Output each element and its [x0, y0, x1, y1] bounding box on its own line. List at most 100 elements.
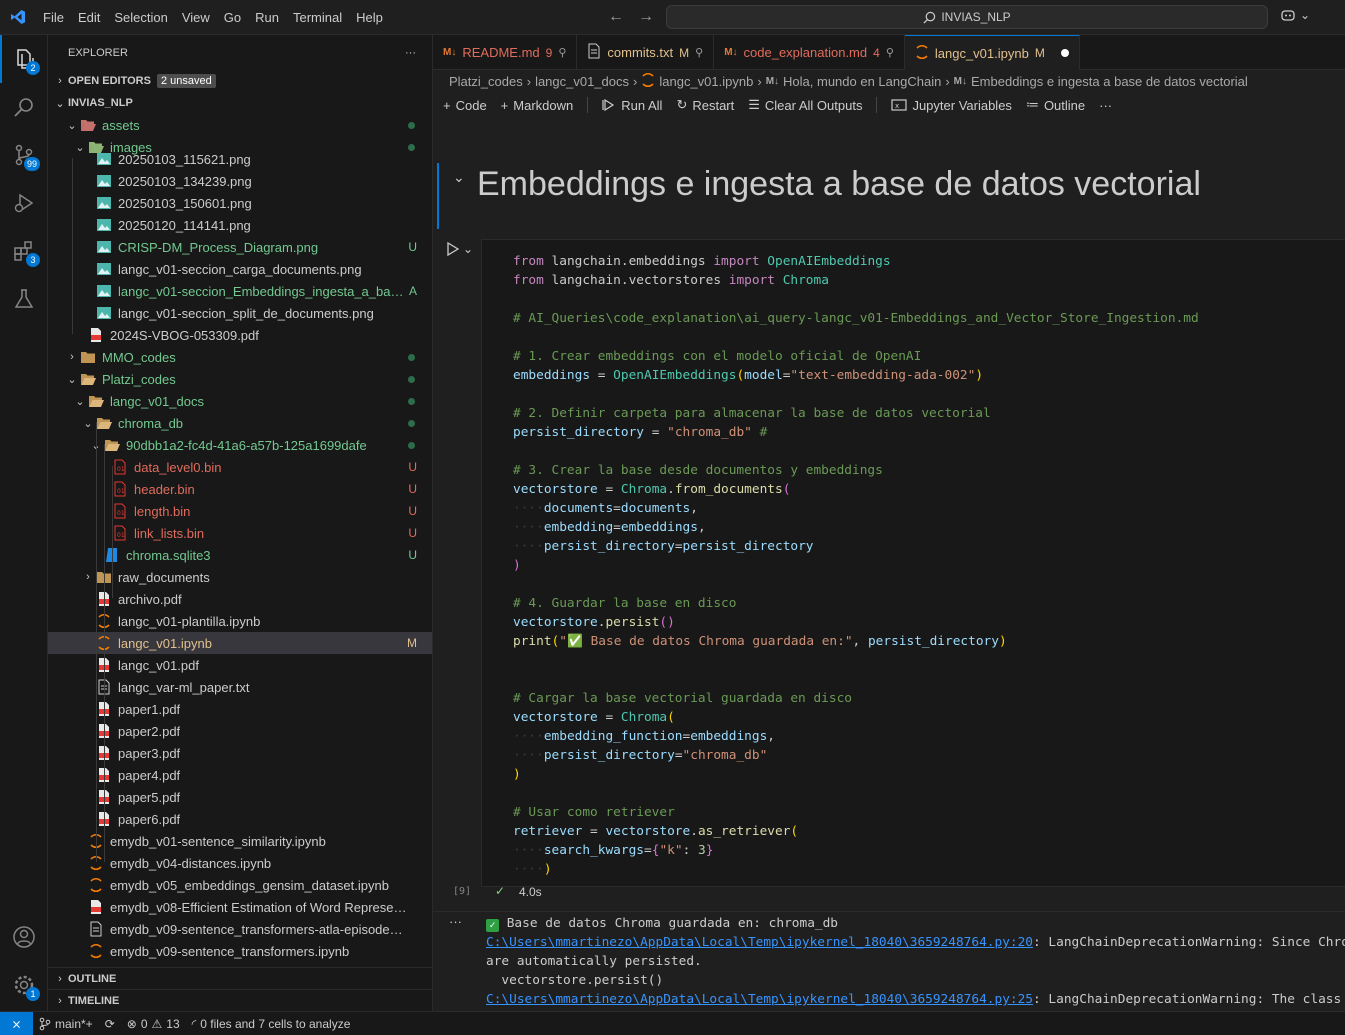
- tree-file[interactable]: langc_v01-seccion_split_de_documents.png: [48, 302, 432, 324]
- remote-indicator-icon[interactable]: ⨯: [0, 1011, 33, 1035]
- account-icon[interactable]: [0, 913, 48, 961]
- analysis-status[interactable]: ◜ 0 files and 7 cells to analyze: [186, 1017, 357, 1031]
- clear-outputs-button[interactable]: ☰ Clear All Outputs: [748, 97, 862, 113]
- tree-file[interactable]: 20250103_150601.png: [48, 192, 432, 214]
- tab-readme-md[interactable]: M↓ README.md 9 ⚲: [433, 35, 578, 70]
- sync-icon[interactable]: ⟳: [99, 1017, 121, 1031]
- markdown-cell[interactable]: ⌄ Embeddings e ingesta a base de datos v…: [433, 155, 1345, 243]
- traceback-link-1[interactable]: C:\Users\mmartinezo\AppData\Local\Temp\i…: [486, 935, 1033, 950]
- run-debug-icon[interactable]: [0, 179, 48, 227]
- tree-file[interactable]: 01 header.bin U: [48, 478, 432, 500]
- menu-go[interactable]: Go: [217, 0, 248, 35]
- tree-file[interactable]: langc_var-ml_paper.txt: [48, 676, 432, 698]
- tree-file[interactable]: 01 data_level0.bin U: [48, 456, 432, 478]
- tree-item-label: assets: [102, 117, 140, 133]
- tree-file[interactable]: 01 length.bin U: [48, 500, 432, 522]
- tree-file[interactable]: 2024S-VBOG-053309.pdf: [48, 324, 432, 346]
- outline-section[interactable]: › OUTLINE: [48, 967, 432, 989]
- breadcrumb-item[interactable]: Platzi_codes: [449, 74, 523, 89]
- tree-file[interactable]: emydb_v05_embeddings_gensim_dataset.ipyn…: [48, 874, 432, 896]
- jupyter-variables-button[interactable]: x Jupyter Variables: [891, 98, 1012, 113]
- tree-file[interactable]: emydb_v01-sentence_similarity.ipynb: [48, 830, 432, 852]
- tree-file[interactable]: langc_v01-seccion_carga_documents.png: [48, 258, 432, 280]
- outline-button[interactable]: ≔ Outline: [1026, 97, 1085, 113]
- tree-file[interactable]: paper6.pdf: [48, 808, 432, 830]
- breadcrumb-item[interactable]: Embeddings e ingesta a base de datos vec…: [971, 74, 1248, 89]
- tree-file[interactable]: emydb_v09-sentence_transformers.ipynb: [48, 940, 432, 962]
- branch-indicator[interactable]: main*+: [33, 1017, 99, 1031]
- run-all-button[interactable]: Run All: [602, 98, 662, 113]
- search-icon[interactable]: [0, 83, 48, 131]
- add-markdown-cell-button[interactable]: + Markdown: [501, 98, 574, 113]
- extensions-icon[interactable]: 3: [0, 227, 48, 275]
- tree-file[interactable]: paper2.pdf: [48, 720, 432, 742]
- tree-folder[interactable]: ⌄ chroma_db: [48, 412, 432, 434]
- command-center-search[interactable]: INVIAS_NLP: [666, 5, 1268, 29]
- code-cell[interactable]: from langchain.embeddings import OpenAIE…: [481, 239, 1345, 887]
- pin-icon[interactable]: ⚲: [695, 46, 703, 59]
- tab-langc-v01-ipynb[interactable]: langc_v01.ipynb M: [904, 35, 1080, 70]
- pin-icon[interactable]: ⚲: [886, 46, 894, 59]
- tree-file[interactable]: paper1.pdf: [48, 698, 432, 720]
- workspace-root-section[interactable]: ⌄ INVIAS_NLP: [48, 92, 432, 114]
- tab-commits-txt[interactable]: commits.txt M ⚲: [577, 35, 715, 70]
- run-cell-icon[interactable]: [447, 242, 459, 256]
- restart-button[interactable]: ↻ Restart: [676, 97, 734, 113]
- tree-item-label: paper6.pdf: [118, 811, 181, 827]
- source-control-icon[interactable]: 99: [0, 131, 48, 179]
- tree-file[interactable]: emydb_v09-sentence_transformers-atla-epi…: [48, 918, 432, 940]
- tree-folder[interactable]: › MMO_codes: [48, 346, 432, 368]
- tree-file[interactable]: emydb_v04-distances.ipynb: [48, 852, 432, 874]
- tree-file[interactable]: CRISP-DM_Process_Diagram.png U: [48, 236, 432, 258]
- explorer-icon[interactable]: 2: [0, 35, 48, 83]
- unsaved-dot-icon[interactable]: [1060, 49, 1069, 57]
- menu-view[interactable]: View: [175, 0, 217, 35]
- back-arrow-icon[interactable]: ←: [608, 8, 624, 26]
- chevron-down-icon[interactable]: ⌄: [463, 242, 473, 256]
- more-actions-button[interactable]: ···: [405, 47, 416, 59]
- menu-run[interactable]: Run: [248, 0, 286, 35]
- tree-folder[interactable]: ⌄ Platzi_codes: [48, 368, 432, 390]
- menu-terminal[interactable]: Terminal: [286, 0, 349, 35]
- tree-file[interactable]: 01 link_lists.bin U: [48, 522, 432, 544]
- menu-selection[interactable]: Selection: [107, 0, 174, 35]
- tree-folder[interactable]: › raw_documents: [48, 566, 432, 588]
- breadcrumb-item[interactable]: langc_v01_docs: [535, 74, 629, 89]
- tree-file[interactable]: langc_v01.pdf: [48, 654, 432, 676]
- tree-file[interactable]: paper5.pdf: [48, 786, 432, 808]
- menu-edit[interactable]: Edit: [71, 0, 107, 35]
- tree-file[interactable]: 20250103_115621.png: [48, 148, 432, 170]
- traceback-link-2[interactable]: C:\Users\mmartinezo\AppData\Local\Temp\i…: [486, 992, 1033, 1007]
- testing-flask-icon[interactable]: [0, 275, 48, 323]
- tree-folder[interactable]: ⌄90dbb1a2-fc4d-41a6-a57b-125a1699dafe: [48, 434, 432, 456]
- tree-file[interactable]: langc_v01.ipynb M: [48, 632, 432, 654]
- breadcrumb-item[interactable]: langc_v01.ipynb: [659, 74, 753, 89]
- tree-file[interactable]: paper3.pdf: [48, 742, 432, 764]
- copilot-icon[interactable]: ⌄: [1280, 8, 1310, 22]
- tree-file[interactable]: 20250103_134239.png: [48, 170, 432, 192]
- timeline-section[interactable]: › TIMELINE: [48, 989, 432, 1011]
- toolbar-more-button[interactable]: ···: [1099, 98, 1112, 113]
- chevron-down-icon[interactable]: ⌄: [453, 169, 465, 186]
- add-code-cell-button[interactable]: + Code: [443, 98, 487, 113]
- forward-arrow-icon[interactable]: →: [638, 8, 654, 26]
- tree-folder[interactable]: ⌄ assets: [48, 114, 432, 136]
- tree-file[interactable]: langc_v01-seccion_Embeddings_ingesta_a_b…: [48, 280, 432, 302]
- settings-gear-icon[interactable]: 1: [0, 961, 48, 1009]
- breadcrumb-item[interactable]: Hola, mundo en LangChain: [783, 74, 941, 89]
- tree-file[interactable]: chroma.sqlite3 U: [48, 544, 432, 566]
- tree-file[interactable]: emydb_v08-Efficient Estimation of Word R…: [48, 896, 432, 918]
- pin-icon[interactable]: ⚲: [558, 46, 566, 59]
- problems-indicator[interactable]: ⊗ 0 ⚠ 13: [121, 1017, 186, 1031]
- tree-file[interactable]: langc_v01-plantilla.ipynb: [48, 610, 432, 632]
- menu-help[interactable]: Help: [349, 0, 390, 35]
- tree-file[interactable]: 20250120_114141.png: [48, 214, 432, 236]
- tab-code-explanation-md[interactable]: M↓ code_explanation.md 4 ⚲: [714, 35, 905, 70]
- tree-file[interactable]: archivo.pdf: [48, 588, 432, 610]
- menu-file[interactable]: File: [36, 0, 71, 35]
- open-editors-section[interactable]: › OPEN EDITORS 2 unsaved: [48, 70, 432, 92]
- output-more-button[interactable]: ···: [449, 914, 462, 929]
- tree-file[interactable]: paper4.pdf: [48, 764, 432, 786]
- code-editor[interactable]: from langchain.embeddings import OpenAIE…: [513, 252, 1199, 879]
- tree-folder[interactable]: ⌄ langc_v01_docs: [48, 390, 432, 412]
